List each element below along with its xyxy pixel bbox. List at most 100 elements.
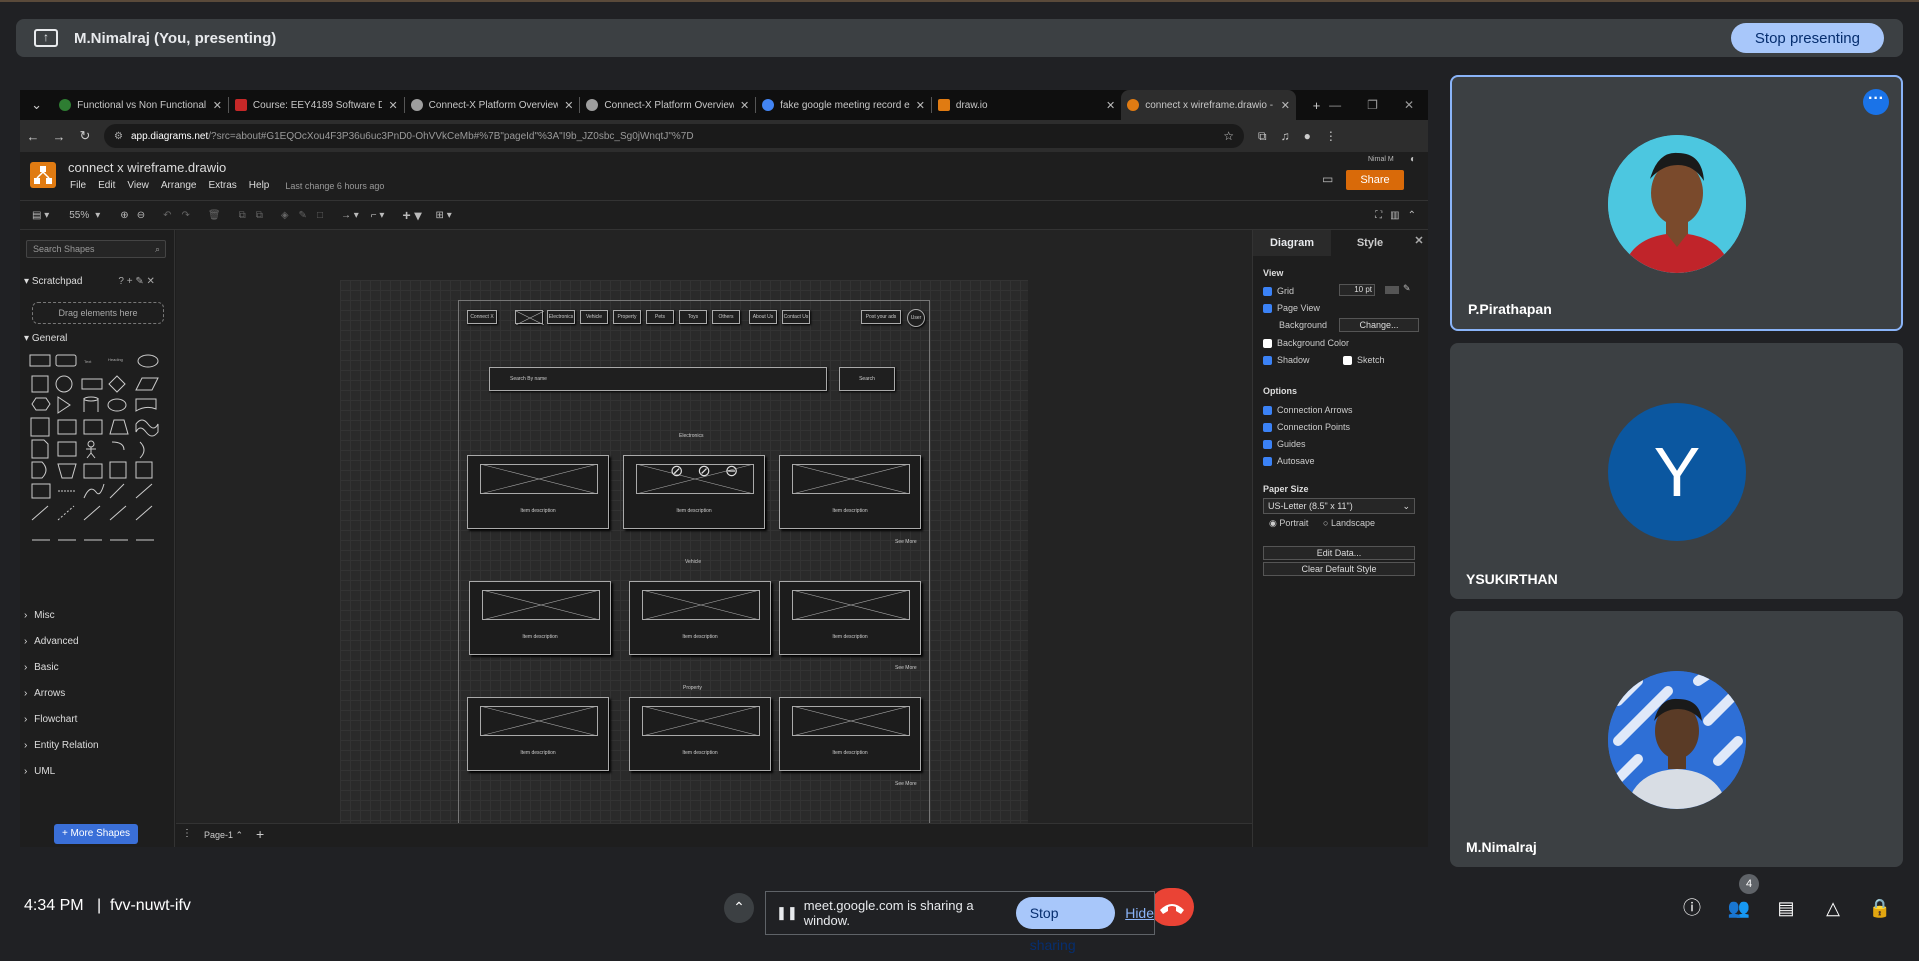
paper-size-select[interactable]: US-Letter (8.5" x 11") ⌄ — [1263, 498, 1415, 514]
wf-card[interactable]: Item description — [779, 455, 921, 529]
fullscreen-icon[interactable]: ⛶ — [1375, 210, 1382, 221]
back-icon[interactable]: ← — [20, 129, 46, 144]
menu-file[interactable]: File — [70, 180, 86, 191]
remove-icon[interactable]: ⊖ — [725, 461, 738, 481]
general-header[interactable]: ▾ General — [24, 333, 67, 344]
portrait-radio[interactable]: ◉ Portrait — [1269, 518, 1308, 529]
forward-icon[interactable]: → — [46, 129, 72, 144]
last-change[interactable]: Last change 6 hours ago — [285, 181, 384, 191]
meeting-info-icon[interactable]: ⓘ — [1677, 893, 1707, 923]
site-info-icon[interactable]: ⚙ — [114, 131, 123, 142]
close-tab-icon[interactable]: ✕ — [1281, 99, 1290, 112]
close-tab-icon[interactable]: ✕ — [564, 99, 573, 112]
close-tab-icon[interactable]: ✕ — [1106, 99, 1115, 112]
wf-nav-others[interactable]: Others — [712, 310, 740, 324]
scratchpad-drop-zone[interactable]: Drag elements here — [32, 302, 164, 324]
menu-extras[interactable]: Extras — [208, 180, 236, 191]
menu-help[interactable]: Help — [249, 180, 270, 191]
scratchpad-header[interactable]: ▾ Scratchpad? + ✎ ✕ — [24, 276, 155, 287]
sidebar-section-advanced[interactable]: › Advanced — [24, 636, 79, 647]
browser-tab[interactable]: Connect-X Platform Overview ✕ — [405, 90, 580, 120]
tab-search-icon[interactable]: ⌄ — [24, 97, 49, 113]
fill-color-icon[interactable]: ◈ — [281, 210, 289, 221]
insert-icon[interactable]: + ▾ — [402, 207, 421, 224]
search-shapes-input[interactable]: Search Shapes ⌕ — [26, 240, 166, 258]
wf-search-input[interactable]: Search By name — [489, 367, 827, 391]
to-back-icon[interactable]: ⧉ — [256, 210, 263, 221]
wireframe-frame[interactable]: Connect X Electronics Vehicle Property P… — [458, 300, 930, 823]
guides-checkbox[interactable]: Guides — [1263, 439, 1306, 449]
close-tab-icon[interactable]: ✕ — [213, 99, 222, 112]
wf-see-more[interactable]: See More — [895, 539, 917, 545]
close-tab-icon[interactable]: ✕ — [388, 99, 397, 112]
media-icon[interactable]: ♫ — [1281, 129, 1290, 144]
stop-presenting-button[interactable]: Stop presenting — [1730, 23, 1884, 53]
wf-nav-toys[interactable]: Toys — [679, 310, 707, 324]
browser-tab[interactable]: fake google meeting record ex ✕ — [756, 90, 931, 120]
menu-view[interactable]: View — [127, 180, 149, 191]
close-window-icon[interactable]: ✕ — [1404, 98, 1414, 112]
page-tab[interactable]: Page-1 ⌃ — [204, 830, 243, 841]
connection-arrows-checkbox[interactable]: Connection Arrows — [1263, 405, 1353, 415]
participant-tile[interactable]: ··· P.Pirathapan — [1450, 75, 1903, 331]
zoom-level[interactable]: 55% — [69, 210, 89, 221]
sidebar-section-basic[interactable]: › Basic — [24, 662, 59, 673]
browser-tab[interactable]: Connect-X Platform Overview ✕ — [580, 90, 755, 120]
general-shapes-grid[interactable]: Text Heading — [28, 352, 168, 552]
change-background-button[interactable]: Change... — [1339, 318, 1419, 332]
sidebar-section-arrows[interactable]: › Arrows — [24, 688, 65, 699]
add-page-icon[interactable]: + — [256, 826, 264, 842]
sidebar-section-uml[interactable]: › UML — [24, 766, 55, 777]
comments-icon[interactable]: ▭ — [1322, 172, 1333, 186]
diagram-canvas[interactable]: Connect X Electronics Vehicle Property P… — [176, 230, 1252, 823]
more-shapes-button[interactable]: + More Shapes — [54, 824, 138, 844]
wf-search-button[interactable]: Search — [839, 367, 895, 391]
browser-menu-icon[interactable]: ⋮ — [1325, 129, 1337, 144]
edit-data-button[interactable]: Edit Data... — [1263, 546, 1415, 560]
wf-card[interactable]: Item description — [469, 581, 611, 655]
landscape-radio[interactable]: ○ Landscape — [1323, 518, 1375, 528]
collapse-icon[interactable]: ⌃ — [1408, 210, 1416, 221]
format-panel-icon[interactable]: ▤ ▾ — [32, 210, 49, 221]
wf-logo-box[interactable]: Connect X — [467, 310, 497, 324]
zoom-dropdown-icon[interactable]: ▾ — [95, 210, 100, 221]
zoom-in-icon[interactable]: ⊕ — [120, 210, 128, 221]
user-name[interactable]: Nimal M — [1368, 156, 1394, 163]
theme-icon[interactable]: ◐ — [1410, 154, 1416, 165]
wf-card[interactable]: Item description — [467, 455, 609, 529]
browser-tab[interactable]: Course: EEY4189 Software Desi✕ — [229, 90, 404, 120]
pages-menu-icon[interactable]: ⋮ — [182, 828, 192, 839]
redo-icon[interactable]: ↷ — [181, 210, 189, 221]
connection-points-checkbox[interactable]: Connection Points — [1263, 422, 1350, 432]
autosave-checkbox[interactable]: Autosave — [1263, 456, 1315, 466]
to-front-icon[interactable]: ⧉ — [239, 210, 246, 221]
wf-card[interactable]: Item description — [467, 697, 609, 771]
maximize-icon[interactable]: ❐ — [1367, 98, 1378, 112]
menu-arrange[interactable]: Arrange — [161, 180, 197, 191]
wf-see-more[interactable]: See More — [895, 781, 917, 787]
tab-style[interactable]: Style — [1331, 230, 1409, 256]
close-tab-icon[interactable]: ✕ — [916, 99, 925, 112]
wf-card[interactable]: Item description — [779, 697, 921, 771]
waypoints-icon[interactable]: ⌐ ▾ — [371, 210, 385, 221]
browser-tab[interactable]: draw.io ✕ — [932, 90, 1121, 120]
profile-icon[interactable]: ● — [1304, 129, 1311, 144]
zoom-out-icon[interactable]: ⊖ — [137, 210, 145, 221]
close-tab-icon[interactable]: ✕ — [740, 99, 749, 112]
table-icon[interactable]: ⊞ ▾ — [436, 210, 452, 221]
minimize-icon[interactable]: — — [1329, 98, 1341, 112]
wf-nav-contact[interactable]: Contact Us — [782, 310, 810, 324]
eyedropper-icon[interactable]: ✎ — [1403, 283, 1411, 294]
close-panel-icon[interactable]: ✕ — [1409, 230, 1428, 256]
scratchpad-tools-icon[interactable]: ? + ✎ ✕ — [118, 276, 155, 287]
more-options-icon[interactable]: ··· — [1863, 89, 1889, 115]
format-toggle-icon[interactable]: ▥ — [1390, 210, 1399, 221]
chevron-up-icon[interactable]: ⌃ — [724, 893, 754, 923]
reload-icon[interactable]: ↻ — [72, 128, 98, 144]
wf-image-placeholder[interactable] — [515, 310, 544, 325]
menu-edit[interactable]: Edit — [98, 180, 115, 191]
shadow-icon[interactable]: □ — [317, 210, 323, 221]
participant-tile[interactable]: Y YSUKIRTHAN — [1450, 343, 1903, 599]
sidebar-section-entity-relation[interactable]: › Entity Relation — [24, 740, 99, 751]
mic-off-icon[interactable]: ⊘ — [670, 461, 683, 481]
